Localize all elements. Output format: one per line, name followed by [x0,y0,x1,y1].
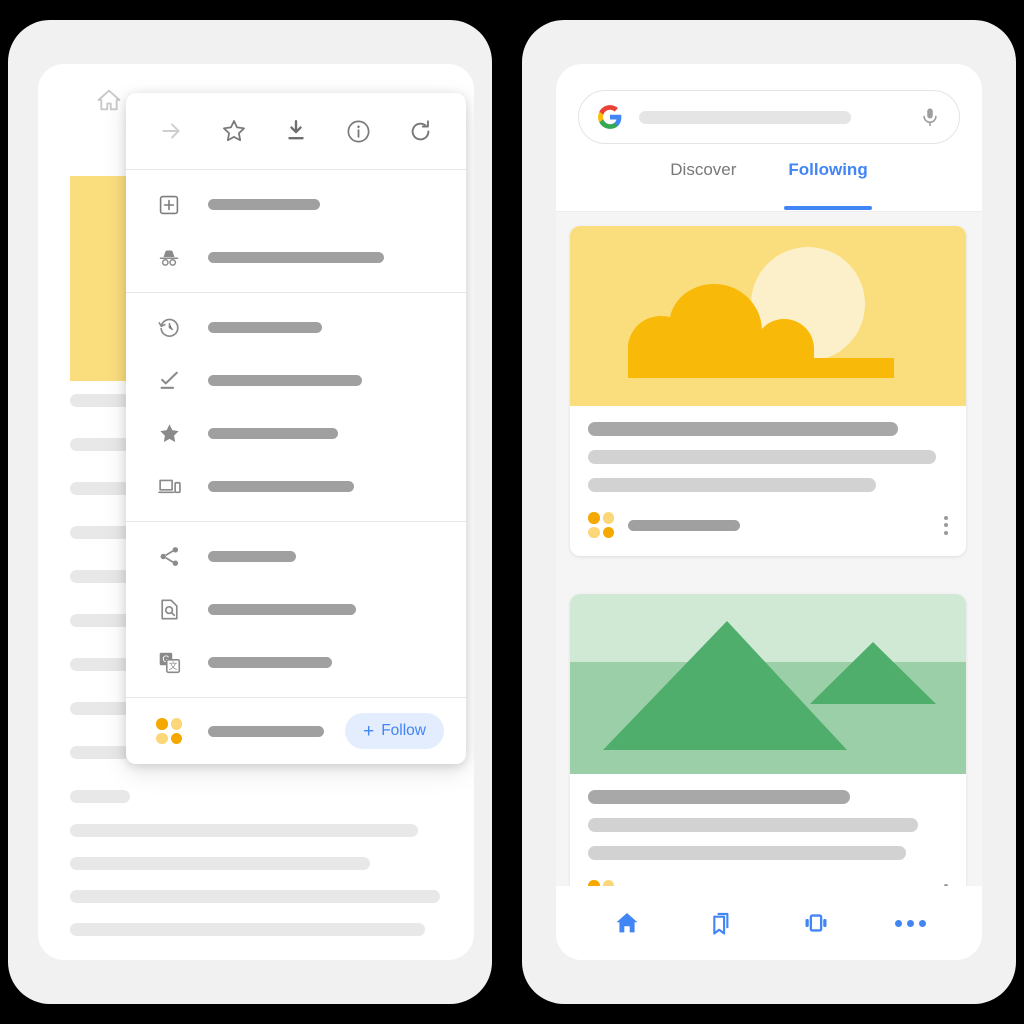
menu-item-bookmarks[interactable] [126,407,466,460]
menu-item-label [208,604,356,615]
card-text-line [588,818,918,832]
article-bottom-text-line [70,890,440,903]
menu-item-label [208,481,354,492]
bottom-navigation[interactable] [556,886,982,960]
card-text-line [588,422,898,436]
card-text-line [588,450,936,464]
screenshot-stage: G文 + Follow Discover Following [0,0,1024,1024]
svg-text:文: 文 [168,660,177,671]
tab-following[interactable]: Following [784,160,873,210]
menu-item-translate[interactable]: G文 [126,636,466,689]
card-footer [570,506,966,556]
left-phone-frame: G文 + Follow [8,20,492,1004]
menu-item-label [208,375,362,386]
brand-dots-icon [156,718,182,744]
incognito-icon [156,245,182,271]
card-illustration-green-mountains [570,594,966,774]
downloads-icon [156,368,182,394]
card-source-name [628,519,740,531]
bookmark-star-icon[interactable] [219,116,249,146]
menu-item-label [208,428,338,439]
card-text-line [588,790,850,804]
menu-item-label [208,252,384,263]
bookmarks-icon[interactable] [705,906,739,940]
bookmarks-star-icon [156,421,182,447]
tab-switcher-icon[interactable] [799,906,833,940]
follow-button[interactable]: + Follow [345,713,444,749]
share-icon [156,544,182,570]
more-dots [895,919,927,927]
card-illustration-sun-and-clouds [570,226,966,406]
menu-item-history[interactable] [126,301,466,354]
card-text-line [588,846,906,860]
kebab-menu-icon[interactable] [944,515,948,535]
menu-item-find-in-page[interactable] [126,583,466,636]
menu-group-library [126,293,466,521]
tab-discover[interactable]: Discover [670,160,736,210]
new-tab-icon [156,192,182,218]
feed-card[interactable] [570,594,966,886]
feed-card[interactable] [570,226,966,556]
card-footer [570,874,966,886]
menu-item-downloads[interactable] [126,354,466,407]
home-icon[interactable] [610,906,644,940]
article-bottom-text-line [70,857,370,870]
menu-item-label [208,657,332,668]
menu-item-follow-row[interactable]: + Follow [126,698,466,764]
right-phone-screen: Discover Following [556,64,982,960]
menu-item-incognito[interactable] [126,231,466,284]
plus-icon: + [363,720,375,742]
menu-item-new-tab[interactable] [126,178,466,231]
browser-app-menu[interactable]: G文 + Follow [126,93,466,764]
search-input-placeholder[interactable] [639,110,851,124]
menu-item-label [208,322,322,333]
follow-site-label [208,725,324,737]
article-bottom-text-line [70,824,418,837]
left-phone-screen: G文 + Follow [38,64,474,960]
reload-icon[interactable] [406,116,436,146]
menu-item-label [208,551,296,562]
search-bar[interactable] [578,90,960,144]
article-bottom-text-line [70,923,425,936]
google-g-logo [597,104,623,130]
find-in-page-icon [156,597,182,623]
feed-tabs[interactable]: Discover Following [556,160,982,210]
card-text-line [588,478,876,492]
follow-button-label: Follow [381,722,426,739]
right-phone-frame: Discover Following [522,20,1016,1004]
recent-tabs-icon [156,474,182,500]
menu-group-new [126,170,466,292]
discover-feed[interactable] [556,212,982,886]
forward-icon[interactable] [156,116,186,146]
history-icon [156,315,182,341]
translate-icon: G文 [156,650,182,676]
card-text-lines [570,406,966,492]
menu-quick-actions [126,93,466,169]
brand-dots-icon [588,512,614,538]
card-text-lines [570,774,966,860]
microphone-icon[interactable] [919,104,941,130]
menu-item-recent-tabs[interactable] [126,460,466,513]
more-icon[interactable] [894,906,928,940]
menu-item-label [208,199,320,210]
menu-group-page-actions: G文 [126,522,466,697]
menu-item-share[interactable] [126,530,466,583]
download-icon[interactable] [281,116,311,146]
info-icon[interactable] [343,116,373,146]
